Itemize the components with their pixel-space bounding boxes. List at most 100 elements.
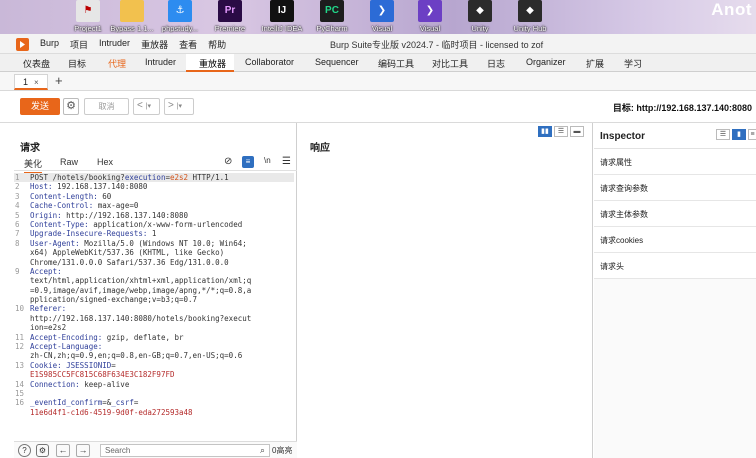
repeater-tab-1[interactable]: 1 × — [14, 74, 48, 90]
menu-view[interactable]: 查看 — [179, 38, 197, 51]
line-number: 3 — [15, 191, 20, 201]
tab-organizer[interactable]: Organizer — [526, 57, 566, 67]
code-token: zh-CN,zh;q=0.9,en;q=0.8,en-GB;q=0.7,en-U… — [30, 351, 243, 361]
line-number — [14, 286, 28, 295]
desktop-shortcut[interactable]: ⚑ Project1 — [68, 0, 108, 34]
wrap-lines-icon[interactable]: ≡ — [242, 156, 254, 168]
burp-logo-icon — [16, 38, 29, 51]
menu-intruder[interactable]: Intruder — [99, 38, 130, 51]
code-line: =0.9,image/avif,image/webp,image/apng,*/… — [30, 286, 294, 295]
menu-bar: Burp 项目 Intruder 重放器 查看 帮助 — [40, 38, 226, 51]
section-headers[interactable]: 请求头 — [594, 253, 756, 279]
code-token: 11e6d4f1-c1d6-4519-9d0f-eda272593a48 — [30, 407, 193, 417]
tab-extensions[interactable]: 扩展 — [586, 57, 604, 70]
settings-gear-icon[interactable]: ⚙ — [36, 444, 49, 457]
request-text[interactable]: POST /hotels/booking?execution = e2s2 HTTP… — [30, 173, 294, 417]
code-token: 60 — [102, 191, 112, 201]
desktop-shortcut[interactable]: Pr Premiere — [210, 0, 250, 34]
send-button[interactable]: 发送 — [20, 98, 60, 115]
forward-button[interactable]: > |▾ — [164, 98, 194, 115]
desktop-shortcut-label: phpstudy... — [161, 24, 199, 33]
code-line: x64) AppleWebKit/537.36 (KHTML, like Gec… — [30, 248, 294, 257]
menu-repeater[interactable]: 重放器 — [141, 38, 168, 51]
newline-icon[interactable]: \n — [264, 156, 271, 165]
section-body-params[interactable]: 请求主体参数 — [594, 201, 756, 227]
chevron-right-icon: > — [168, 100, 174, 111]
inspector-panel: Inspector ☰ ▮ ≡ 请求属性 请求查询参数 请求主体参数 请求coo… — [594, 123, 756, 458]
section-label: 请求查询参数 — [600, 184, 648, 193]
code-token: Cookie: — [30, 360, 67, 370]
app-icon: PC — [320, 0, 344, 22]
menu-help[interactable]: 帮助 — [208, 38, 226, 51]
tab-logger[interactable]: 日志 — [487, 57, 505, 70]
section-label: 请求cookies — [600, 236, 644, 245]
tab-hex[interactable]: Hex — [97, 157, 113, 167]
arrow-left-icon[interactable]: ← — [56, 444, 70, 457]
section-request-attributes[interactable]: 请求属性 — [594, 149, 756, 175]
help-icon[interactable]: ? — [18, 444, 31, 457]
desktop-shortcut[interactable]: ❯ Visual — [362, 0, 402, 34]
arrow-right-icon[interactable]: → — [76, 444, 90, 457]
split-vertical-icon[interactable]: ☰ — [554, 126, 568, 137]
tab-pretty[interactable]: 美化 — [24, 157, 43, 174]
tab-collaborator[interactable]: Collaborator — [245, 57, 294, 67]
section-query-params[interactable]: 请求查询参数 — [594, 175, 756, 201]
code-token: Host: — [30, 182, 58, 192]
list-view-icon[interactable]: ☰ — [716, 129, 730, 140]
desktop-shortcut[interactable]: PC PyCharm — [312, 0, 352, 34]
target-label[interactable]: 目标: http://192.168.137.140:8080 — [613, 101, 752, 114]
request-editor[interactable]: 1 2 3 4 5 6 7 8 9 10 11 12 13 14 15 16 POST /hotels/boo… — [14, 173, 297, 435]
line-number: 14 — [15, 379, 25, 389]
back-button[interactable]: < |▾ — [133, 98, 160, 115]
more-icon[interactable]: ≡ — [748, 129, 756, 140]
tab-learn[interactable]: 学习 — [624, 57, 642, 70]
code-line: Origin: http://192.168.137.140:8080 — [30, 211, 294, 220]
desktop-shortcut[interactable]: ❯ Visual — [410, 0, 450, 34]
desktop-shortcut[interactable]: IJ IntelliJ IDEA — [262, 0, 302, 34]
single-pane-icon[interactable]: ▬ — [570, 126, 584, 137]
code-token: Connection: — [30, 379, 85, 389]
tab-sequencer[interactable]: Sequencer — [315, 57, 359, 67]
code-token: ion=e2s2 — [30, 323, 67, 333]
code-token: text/html,application/xhtml+xml,applicat… — [30, 276, 252, 286]
desktop-shortcut[interactable]: ◆ Unity Hub — [510, 0, 550, 34]
menu-project[interactable]: 项目 — [70, 38, 88, 51]
search-icon[interactable]: ⌕ — [260, 445, 265, 456]
tab-raw[interactable]: Raw — [60, 157, 78, 167]
desktop-shortcut-label: Unity Hub — [513, 24, 547, 33]
hide-nonprintable-icon[interactable]: ⊘ — [224, 156, 232, 167]
tab-decoder[interactable]: 编码工具 — [378, 57, 414, 70]
section-cookies[interactable]: 请求cookies — [594, 227, 756, 253]
desktop-shortcut[interactable]: Bypass 1.1... — [110, 0, 154, 34]
code-token: =& — [102, 398, 112, 408]
tab-intruder[interactable]: Intruder — [145, 57, 176, 67]
app-icon — [120, 0, 144, 22]
menu-app[interactable]: Burp — [40, 38, 59, 51]
split-horizontal-icon[interactable]: ▮▮ — [538, 126, 552, 137]
tab-target[interactable]: 目标 — [68, 57, 86, 70]
side-panel-icon[interactable]: ▮ — [732, 129, 746, 140]
search-input[interactable]: Search ⌕ — [100, 444, 270, 457]
cancel-button[interactable]: 取消 — [84, 98, 129, 115]
repeater-tab-bar: 1 × + — [0, 72, 756, 91]
response-panel: ▮▮ ☰ ▬ 响应 — [298, 123, 593, 458]
settings-gear-icon[interactable]: ⚙ — [63, 98, 79, 115]
line-number: 13 — [15, 360, 25, 370]
tab-proxy[interactable]: 代理 — [108, 57, 126, 70]
code-line: Cookie: JSESSIONID= — [30, 361, 294, 370]
desktop-shortcut-label: Visual — [419, 24, 441, 33]
add-tab-icon[interactable]: + — [55, 73, 63, 88]
desktop-shortcut[interactable]: ◆ Unity — [460, 0, 500, 34]
app-icon: ❯ — [370, 0, 394, 22]
desktop-shortcut[interactable]: ⚓ phpstudy... — [160, 0, 200, 34]
close-icon[interactable]: × — [34, 78, 39, 87]
tab-repeater[interactable]: 重放器 — [199, 57, 226, 70]
code-token: JSESSIONID — [66, 360, 112, 370]
tab-dashboard[interactable]: 仪表盘 — [23, 57, 50, 70]
line-number: 2 — [15, 182, 20, 192]
code-token: http://192.168.137.140:8080 — [66, 210, 189, 220]
code-token: x64) AppleWebKit/537.36 (KHTML, like Gec… — [30, 248, 225, 258]
code-token: Referer: — [30, 304, 67, 314]
menu-icon[interactable]: ☰ — [282, 156, 291, 167]
tab-comparer[interactable]: 对比工具 — [432, 57, 468, 70]
